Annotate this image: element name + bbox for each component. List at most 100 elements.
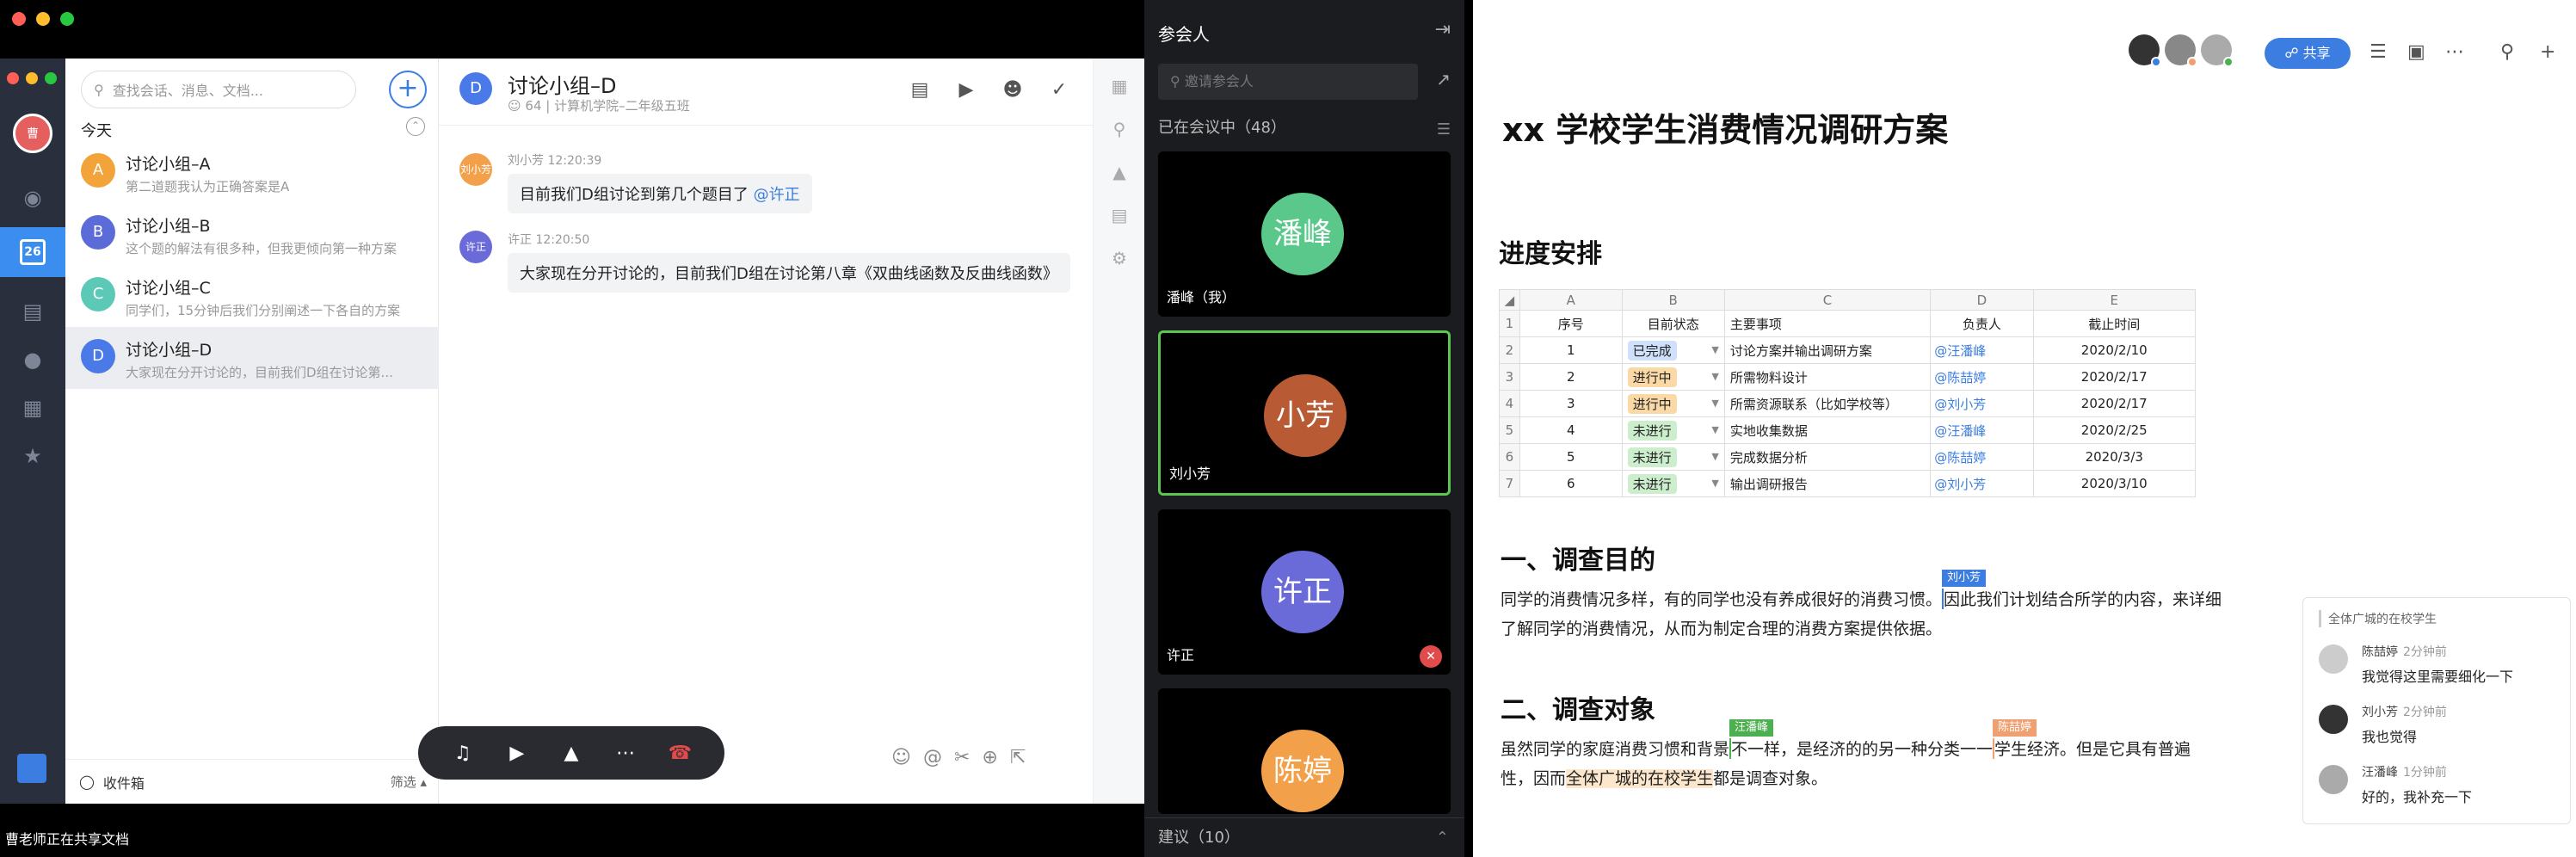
row-number[interactable]: 1 <box>1499 310 1520 337</box>
cell-task[interactable]: 完成数据分析 <box>1723 443 1932 471</box>
cell-no[interactable]: 5 <box>1519 443 1623 471</box>
cell-due[interactable]: 2020/3/10 <box>2032 470 2197 497</box>
column-letter[interactable]: D <box>1930 289 2034 311</box>
conversation-item[interactable]: A 讨论小组–A 第二道题我认为正确答案是A <box>65 141 439 203</box>
status-cell[interactable]: 进行中 ▼ <box>1621 363 1725 391</box>
cell-owner[interactable]: @陈喆婷 <box>1930 363 2034 391</box>
app-close-dot[interactable] <box>7 72 19 84</box>
cell-task[interactable]: 讨论方案并输出调研方案 <box>1723 336 1932 364</box>
dropdown-arrow-icon[interactable]: ▼ <box>1711 398 1718 409</box>
collaborator-avatar[interactable] <box>2129 34 2161 67</box>
participant-tile-speaking[interactable]: 小芳 刘小芳 <box>1158 330 1451 496</box>
column-letter[interactable]: A <box>1519 289 1623 311</box>
comment-thread[interactable]: 全体广城的在校学生 陈喆婷 2分钟前 我觉得这里需要细化一下 刘小芳 2分钟前 我也… <box>2302 597 2571 824</box>
mention-link[interactable]: @许正 <box>754 186 800 204</box>
comment[interactable]: 汪潘峰 1分钟前 好的，我补充一下 <box>2319 760 2568 820</box>
cell-task[interactable]: 输出调研报告 <box>1723 470 1932 497</box>
section-heading[interactable]: 二、调查对象 <box>1501 688 1655 726</box>
at-icon[interactable]: @ <box>923 747 942 768</box>
star-icon[interactable]: ★ <box>17 441 48 472</box>
header-cell[interactable]: 截止时间 <box>2032 310 2197 337</box>
collapse-icon[interactable]: ⌃ <box>406 117 425 136</box>
app-max-dot[interactable] <box>45 72 57 84</box>
row-number[interactable]: 2 <box>1499 336 1520 364</box>
status-cell[interactable]: 进行中 ▼ <box>1621 390 1725 417</box>
cell-task[interactable]: 实地收集数据 <box>1723 416 1932 444</box>
paragraph[interactable]: 虽然同学的家庭消费习惯和背景 汪潘峰 不一样，是经济的的另一种分类一一 陈喆婷 学生经济… <box>1501 719 2223 793</box>
column-letter[interactable]: C <box>1723 289 1932 311</box>
header-cell[interactable]: 序号 <box>1519 310 1623 337</box>
cell-owner[interactable]: @汪潘峰 <box>1930 416 2034 444</box>
briefcase-icon[interactable]: ▦ <box>1107 74 1131 98</box>
cell-owner[interactable]: @刘小芳 <box>1930 470 2034 497</box>
window-maximize-button[interactable] <box>60 12 74 26</box>
participant-tile[interactable]: 陈婷 <box>1158 688 1451 814</box>
document-title[interactable]: xx 学校学生消费情况调研方案 <box>1502 103 1948 151</box>
cell-owner[interactable]: @陈喆婷 <box>1930 443 2034 471</box>
list-view-icon[interactable]: ☰ <box>1437 120 1451 139</box>
section-heading[interactable]: 一、调查目的 <box>1501 539 1655 576</box>
suggestions-bar[interactable]: 建议（10） ⌃ <box>1144 817 1464 857</box>
check-icon[interactable]: ✓ <box>1046 77 1072 103</box>
more-icon[interactable]: ⋯ <box>2445 41 2464 63</box>
cell-owner[interactable]: @汪潘峰 <box>1930 336 2034 364</box>
cell-no[interactable]: 4 <box>1519 416 1623 444</box>
status-cell[interactable]: 已完成 ▼ <box>1621 336 1725 364</box>
cell-task[interactable]: 所需资源联系（比如学校等） <box>1723 390 1932 417</box>
add-button[interactable]: + <box>389 71 427 108</box>
plus-icon[interactable]: ⊕ <box>982 747 997 768</box>
message-icon[interactable]: ▤ <box>907 77 933 103</box>
conversation-item[interactable]: B 讨论小组–B 这个题的解法有很多种，但我更倾向第一种方案 <box>65 203 439 265</box>
cell-no[interactable]: 2 <box>1519 363 1623 391</box>
participant-tile[interactable]: 许正 许正 ✕ <box>1158 509 1451 675</box>
cell-due[interactable]: 2020/2/10 <box>2032 336 2197 364</box>
video-icon[interactable]: ▶ <box>953 77 979 103</box>
collaborator-avatar[interactable] <box>2165 34 2197 67</box>
contacts-icon[interactable]: ● <box>17 344 48 375</box>
comment[interactable]: 刘小芳 2分钟前 我也觉得 <box>2319 700 2568 760</box>
screen-share-icon[interactable]: ▲ <box>556 743 587 764</box>
dropdown-arrow-icon[interactable]: ▼ <box>1711 451 1718 462</box>
app-min-dot[interactable] <box>26 72 38 84</box>
collaborator-avatar[interactable] <box>2201 34 2234 67</box>
cell-due[interactable]: 2020/3/3 <box>2032 443 2197 471</box>
cell-due[interactable]: 2020/2/17 <box>2032 390 2197 417</box>
outline-icon[interactable]: ☰ <box>2370 41 2387 63</box>
conversation-item-active[interactable]: D 讨论小组–D 大家现在分开讨论的，目前我们D组在讨论第... <box>65 327 439 389</box>
external-link-icon[interactable]: ↗ <box>1436 69 1451 89</box>
column-letter[interactable]: B <box>1621 289 1725 311</box>
comment[interactable]: 陈喆婷 2分钟前 我觉得这里需要细化一下 <box>2319 639 2568 700</box>
settings-icon[interactable]: ⚙ <box>1107 246 1131 270</box>
document-icon[interactable]: ▤ <box>17 296 48 327</box>
row-number[interactable]: 4 <box>1499 390 1520 417</box>
commented-text[interactable]: 全体广城的在校学生 <box>1566 769 1714 788</box>
add-member-icon[interactable]: ☻ <box>1000 77 1026 103</box>
section-heading[interactable]: 进度安排 <box>1499 232 1602 270</box>
search-history-icon[interactable]: ⚲ <box>1107 117 1131 141</box>
expand-icon[interactable]: ⇱ <box>1010 747 1026 768</box>
files-icon[interactable]: ▤ <box>1107 203 1131 227</box>
invite-search-input[interactable]: ⚲ 邀请参会人 <box>1158 64 1418 100</box>
apps-grid-icon[interactable]: ▦ <box>17 392 48 423</box>
collapse-panel-icon[interactable]: ⇥ <box>1435 19 1451 40</box>
pin-icon[interactable]: ▲ <box>1107 160 1131 184</box>
microphone-icon[interactable]: ♫ <box>447 743 478 764</box>
more-icon[interactable]: ⋯ <box>610 743 641 764</box>
cell-no[interactable]: 1 <box>1519 336 1623 364</box>
my-avatar[interactable]: 曹 <box>13 114 52 153</box>
paragraph[interactable]: 同学的消费情况多样，有的同学也没有养成很好的消费习惯。 刘小芳 因此我们计划结合所学… <box>1501 570 2223 644</box>
row-number[interactable]: 3 <box>1499 363 1520 391</box>
inbox-bar[interactable]: ◯ 收件箱 筛选 ▴ <box>65 759 439 804</box>
search-input[interactable]: ⚲ 查找会话、消息、文档... <box>81 71 356 108</box>
row-number[interactable]: 5 <box>1499 416 1520 444</box>
chat-bubble-icon[interactable]: ◉ <box>17 182 48 213</box>
share-button[interactable]: ☍ 共享 <box>2265 38 2351 69</box>
search-icon[interactable]: ⚲ <box>2500 41 2514 63</box>
cell-no[interactable]: 6 <box>1519 470 1623 497</box>
column-letter[interactable]: E <box>2032 289 2197 311</box>
hang-up-icon[interactable]: ☎ <box>664 743 695 764</box>
row-number[interactable]: 7 <box>1499 470 1520 497</box>
cell-due[interactable]: 2020/2/25 <box>2032 416 2197 444</box>
header-cell[interactable]: 目前状态 <box>1621 310 1725 337</box>
window-minimize-button[interactable] <box>36 12 50 26</box>
